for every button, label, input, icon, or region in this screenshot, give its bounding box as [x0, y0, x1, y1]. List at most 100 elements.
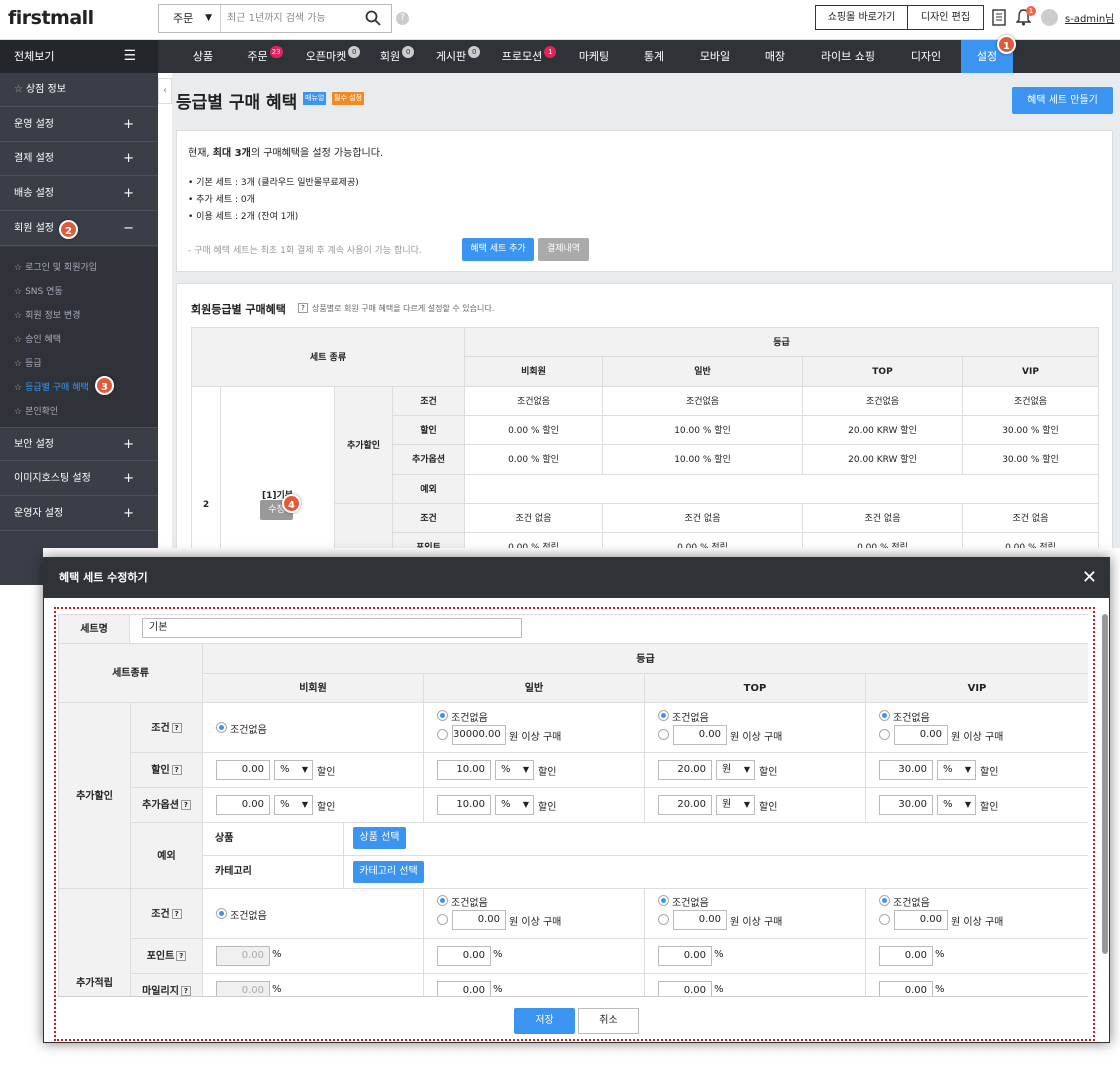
nav-item-design[interactable]: 디자인: [898, 40, 954, 73]
point-input[interactable]: 0.00: [216, 946, 270, 966]
option-input[interactable]: 0.00: [216, 795, 270, 815]
unit-select[interactable]: % ▼: [937, 760, 976, 780]
search-input[interactable]: 최근 1년까지 검색 가능: [227, 5, 326, 32]
sidebar-sub-login[interactable]: ☆ 로그인 및 회원가입: [14, 260, 97, 273]
option-input[interactable]: 20.00: [658, 795, 712, 815]
radio-no-cond[interactable]: [658, 710, 669, 721]
mileage-input[interactable]: 0.00: [437, 981, 491, 996]
cancel-button[interactable]: 취소: [578, 1008, 639, 1034]
unit-select[interactable]: 원 ▼: [716, 760, 755, 780]
min-amount-input[interactable]: 0.00: [452, 910, 506, 930]
sidebar-item-operator[interactable]: 운영자 설정 +: [0, 497, 158, 531]
add-set-button[interactable]: 혜택 세트 추가: [462, 238, 534, 261]
nav-item-openmarket[interactable]: 오픈마켓 0: [302, 40, 364, 73]
radio-min-amount[interactable]: [437, 914, 448, 925]
point-input[interactable]: 0.00: [879, 946, 933, 966]
sidebar-item-image-hosting[interactable]: 이미지호스팅 설정 +: [0, 462, 158, 496]
radio-min-amount[interactable]: [879, 914, 890, 925]
help-icon[interactable]: ?: [396, 12, 409, 25]
help-icon[interactable]: ?: [176, 951, 187, 961]
discount-input[interactable]: 30.00: [879, 760, 933, 780]
nav-item-order[interactable]: 주문 23: [240, 40, 290, 73]
document-icon[interactable]: [992, 9, 1006, 26]
unit-select[interactable]: 원 ▼: [716, 795, 755, 815]
min-amount-input[interactable]: 30000.00: [452, 725, 506, 745]
avatar[interactable]: [1041, 9, 1058, 26]
sidebar-item-payment[interactable]: 결제 설정 +: [0, 142, 158, 176]
logo[interactable]: firstmall: [8, 7, 94, 29]
radio-no-cond[interactable]: [437, 710, 448, 721]
radio-min-amount[interactable]: [879, 729, 890, 740]
nav-item-board[interactable]: 게시판 0: [432, 40, 484, 73]
discount-input[interactable]: 20.00: [658, 760, 712, 780]
payment-history-button[interactable]: 결제내역: [538, 238, 589, 261]
nav-item-product[interactable]: 상품: [180, 40, 226, 73]
min-amount-input[interactable]: 0.00: [894, 725, 948, 745]
radio-min-amount[interactable]: [437, 729, 448, 740]
close-icon[interactable]: ✕: [1082, 558, 1097, 598]
help-icon[interactable]: ?: [180, 800, 191, 810]
radio-no-cond[interactable]: [658, 895, 669, 906]
radio-no-cond[interactable]: [879, 895, 890, 906]
min-amount-input[interactable]: 0.00: [673, 910, 727, 930]
sidebar-sub-approval[interactable]: ☆ 승인 혜택: [14, 332, 61, 345]
unit-select[interactable]: % ▼: [495, 795, 534, 815]
sidebar-sub-sns[interactable]: ☆ SNS 연동: [14, 284, 63, 297]
design-edit-button[interactable]: 디자인 편집: [907, 5, 984, 30]
sidebar-item-member[interactable]: 회원 설정 −: [0, 212, 158, 246]
radio-no-cond[interactable]: [879, 710, 890, 721]
unit-select[interactable]: % ▼: [937, 795, 976, 815]
sidebar-item-store-info[interactable]: ☆ 상점 정보: [0, 73, 158, 107]
select-product-button[interactable]: 상품 선택: [353, 827, 406, 849]
radio-no-cond-guest[interactable]: [216, 722, 227, 733]
create-set-button[interactable]: 혜택 세트 만들기: [1012, 87, 1113, 114]
collapse-sidebar-button[interactable]: ‹: [158, 78, 172, 104]
sidebar-sub-info-change[interactable]: ☆ 회원 정보 변경: [14, 308, 80, 321]
nav-item-live[interactable]: 라이브 쇼핑: [812, 40, 884, 73]
sidebar-item-shipping[interactable]: 배송 설정 +: [0, 177, 158, 211]
shop-shortcut-button[interactable]: 쇼핑몰 바로가기: [815, 5, 908, 30]
mileage-input[interactable]: 0.00: [216, 981, 270, 996]
help-icon[interactable]: ?: [171, 765, 182, 775]
sidebar-sub-grade-benefit[interactable]: ☆ 등급별 구매 혜택: [14, 380, 89, 393]
radio-min-amount[interactable]: [658, 729, 669, 740]
save-button[interactable]: 저장: [514, 1008, 575, 1034]
sidebar-item-security[interactable]: 보안 설정 +: [0, 427, 158, 461]
option-input[interactable]: 30.00: [879, 795, 933, 815]
search-icon[interactable]: [365, 10, 381, 26]
nav-item-mobile[interactable]: 모바일: [692, 40, 738, 73]
radio-no-cond[interactable]: [437, 895, 448, 906]
point-input[interactable]: 0.00: [437, 946, 491, 966]
nav-item-store[interactable]: 매장: [754, 40, 796, 73]
user-link[interactable]: s-admin님: [1065, 10, 1114, 25]
option-input[interactable]: 10.00: [437, 795, 491, 815]
unit-select[interactable]: % ▼: [495, 760, 534, 780]
sidebar-sub-verification[interactable]: ☆ 본인확인: [14, 404, 58, 417]
help-icon[interactable]: ?: [180, 986, 191, 996]
nav-item-promotion[interactable]: 프로모션 1: [498, 40, 560, 73]
nav-item-member[interactable]: 회원 0: [376, 40, 418, 73]
mileage-input[interactable]: 0.00: [658, 981, 712, 996]
min-amount-input[interactable]: 0.00: [673, 725, 727, 745]
radio-min-amount[interactable]: [658, 914, 669, 925]
all-menu-button[interactable]: 전체보기 ☰: [0, 40, 158, 73]
unit-select[interactable]: % ▼: [274, 760, 313, 780]
select-category-button[interactable]: 카테고리 선택: [353, 861, 424, 883]
discount-input[interactable]: 10.00: [437, 760, 491, 780]
radio-no-cond-guest[interactable]: [216, 908, 227, 919]
manual-tag[interactable]: 매뉴얼: [303, 92, 327, 105]
nav-item-marketing[interactable]: 마케팅: [572, 40, 616, 73]
min-amount-input[interactable]: 0.00: [894, 910, 948, 930]
help-icon[interactable]: ?: [171, 909, 182, 919]
point-input[interactable]: 0.00: [658, 946, 712, 966]
section-help-icon[interactable]: ?: [296, 303, 308, 314]
sidebar-item-operation[interactable]: 운영 설정 +: [0, 108, 158, 142]
nav-item-stats[interactable]: 통계: [632, 40, 676, 73]
discount-input[interactable]: 0.00: [216, 760, 270, 780]
help-icon[interactable]: ?: [171, 723, 182, 733]
set-name-input[interactable]: 기본: [142, 618, 522, 638]
unit-select[interactable]: % ▼: [274, 795, 313, 815]
mileage-input[interactable]: 0.00: [879, 981, 933, 996]
sidebar-sub-grade[interactable]: ☆ 등급: [14, 356, 42, 369]
search-type-select[interactable]: 주문 ▼: [159, 5, 221, 32]
